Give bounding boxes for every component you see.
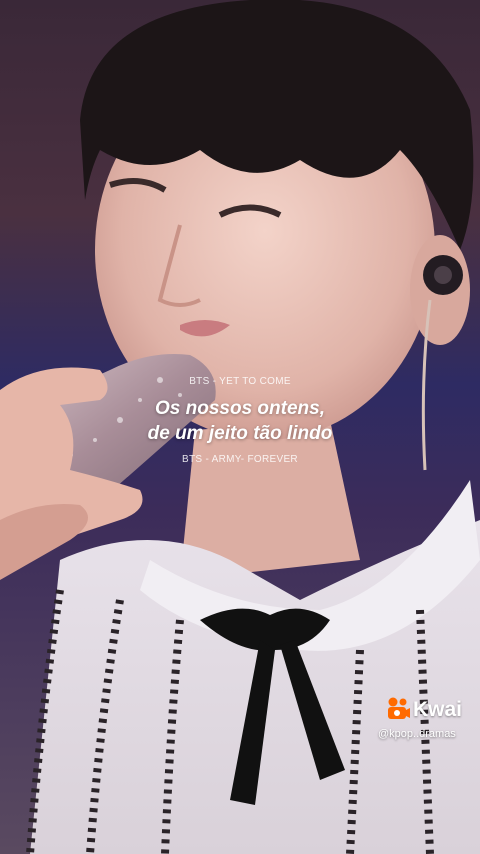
video-frame[interactable]: BTS - YET TO COME Os nossos ontens, de u… xyxy=(0,0,480,854)
kwai-watermark: Kwai @kpop..dramas xyxy=(378,694,476,740)
song-caption: BTS - YET TO COME xyxy=(189,376,291,387)
kwai-app-name: Kwai xyxy=(413,698,463,721)
lyrics-overlay: BTS - YET TO COME Os nossos ontens, de u… xyxy=(0,376,480,465)
creator-handle: @kpop..dramas xyxy=(378,728,456,740)
kwai-logo-icon xyxy=(388,697,410,719)
artist-caption: BTS - ARMY- FOREVER xyxy=(182,454,298,465)
lyric-line-2: de um jeito tão lindo xyxy=(147,423,333,444)
lyric-line-1: Os nossos ontens, xyxy=(155,398,325,419)
